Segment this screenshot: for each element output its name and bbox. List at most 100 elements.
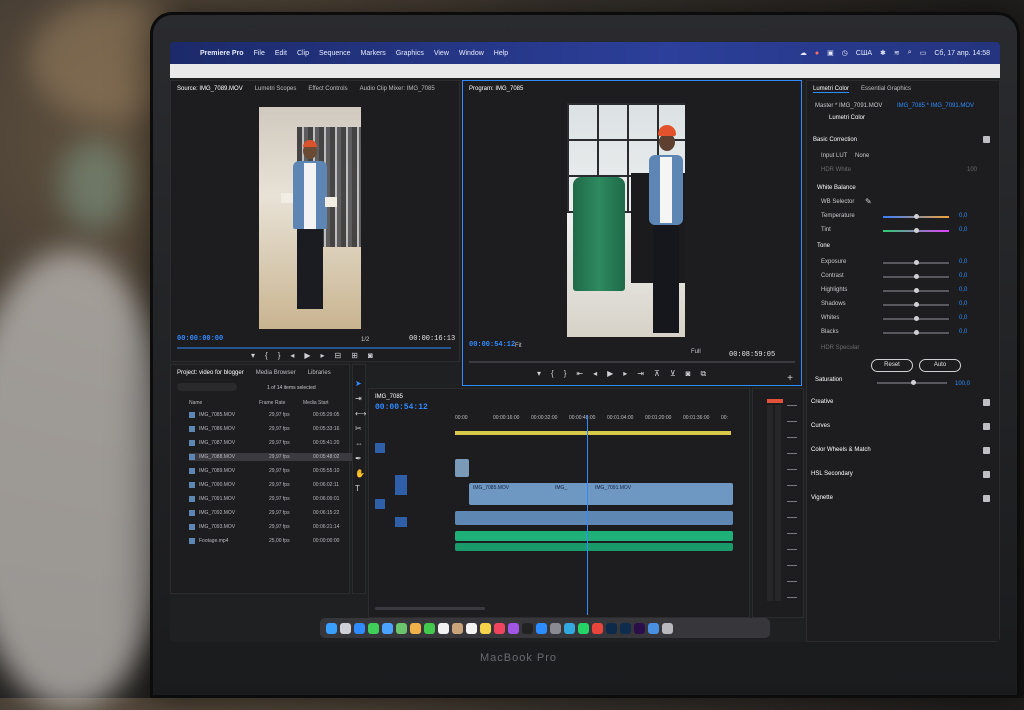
mail-icon[interactable] [382,622,393,634]
exposure-value[interactable]: 0,0 [959,259,967,265]
wifi-icon[interactable]: ≋ [894,49,900,57]
tab-program[interactable]: Program: IMG_7085 [469,86,523,92]
razor-tool-icon[interactable]: ✂ [355,424,366,433]
whites-value[interactable]: 0,0 [959,315,967,321]
tint-slider[interactable] [883,228,949,233]
export-frame-icon[interactable]: ◙ [686,369,691,379]
list-item[interactable]: Footage.mp4 25,00 fps 00:00:00:00 [189,537,353,545]
list-item[interactable]: IMG_7088.MOV 29,97 fps 00:05:48:02 [189,453,353,461]
timeline-scrollbar[interactable] [375,607,485,610]
add-button-icon[interactable]: + [787,373,793,384]
out-point-icon[interactable]: } [564,369,567,379]
type-tool-icon[interactable]: T [355,484,366,493]
tab-source[interactable]: Source: IMG_7089.MOV [177,86,243,92]
chat-icon[interactable]: ▣ [827,49,834,57]
menu-clip[interactable]: Clip [297,50,309,57]
source-timecode[interactable]: 00:00:00:00 [177,335,223,343]
audio-clip-a2[interactable] [455,531,733,541]
saturation-value[interactable]: 100,0 [955,381,970,387]
finder-icon[interactable] [326,622,337,634]
clock-icon[interactable]: ◷ [842,49,848,57]
camera-icon[interactable]: ◙ [368,351,373,360]
vignette-checkbox[interactable] [983,495,990,502]
step-forward-icon[interactable]: ▸ [623,369,627,379]
basic-correction-heading[interactable]: Basic Correction [813,137,857,143]
tab-lumetri-color[interactable]: Lumetri Color [813,86,850,93]
column-frame-rate[interactable]: Frame Rate [259,400,289,406]
insert-icon[interactable]: ⊟ [335,351,342,360]
app-store-icon[interactable] [536,622,547,634]
podcasts-icon[interactable] [508,622,519,634]
list-item[interactable]: IMG_7090.MOV 29,97 fps 00:06:02:11 [189,481,353,489]
control-center-icon[interactable]: ▭ [920,49,927,57]
pen-tool-icon[interactable]: ✒ [355,454,366,463]
menu-window[interactable]: Window [459,50,484,57]
lift-icon[interactable]: ⊼ [654,369,660,379]
auto-button[interactable]: Auto [919,359,961,372]
list-item[interactable]: IMG_7091.MOV 29,97 fps 00:06:09:01 [189,495,353,503]
overwrite-icon[interactable]: ⊞ [351,351,358,360]
list-item[interactable]: IMG_7087.MOV 29,97 fps 00:05:41:20 [189,439,353,447]
tab-essential-graphics[interactable]: Essential Graphics [861,86,911,92]
mark-in-bracket-icon[interactable]: { [265,351,268,360]
tint-value[interactable]: 0,0 [959,227,967,233]
photoshop-icon[interactable] [606,622,617,634]
program-fit[interactable]: Fit [515,343,522,349]
saturation-slider[interactable] [877,380,947,385]
tv-icon[interactable] [522,622,533,634]
vignette-heading[interactable]: Vignette [811,495,833,501]
audio-clip-a1[interactable] [455,511,733,525]
video-track-thumb[interactable] [455,459,469,477]
tab-lumetri-scopes[interactable]: Lumetri Scopes [255,86,297,92]
column-name[interactable]: Name [189,400,245,406]
tab-media-browser[interactable]: Media Browser [256,370,296,376]
blacks-slider[interactable] [883,330,949,335]
tone-heading[interactable]: Tone [817,243,830,249]
tab-libraries[interactable]: Libraries [308,370,331,376]
safari-icon[interactable] [354,622,365,634]
keyboard-layout[interactable]: США [856,50,872,57]
bluetooth-icon[interactable]: ✱ [880,49,886,57]
exposure-slider[interactable] [883,260,949,265]
source-fit[interactable]: 1/2 [361,337,369,343]
hsl-secondary-heading[interactable]: HSL Secondary [811,471,853,477]
highlights-slider[interactable] [883,288,949,293]
whites-slider[interactable] [883,316,949,321]
creative-heading[interactable]: Creative [811,399,833,405]
reset-button[interactable]: Reset [871,359,913,372]
timeline-ruler[interactable]: 00:00 00:00:16:00 00:00:32:00 00:00:48:00 00… [455,415,735,429]
white-balance-heading[interactable]: White Balance [817,185,856,191]
list-item[interactable]: IMG_7085.MOV 29,97 fps 00:05:29:05 [189,411,353,419]
trash-icon[interactable] [662,622,673,634]
audio-clip-a3[interactable] [455,543,733,551]
list-item[interactable]: IMG_7092.MOV 29,97 fps 00:06:15:22 [189,509,353,517]
temperature-value[interactable]: 0,0 [959,213,967,219]
marker-icon[interactable]: ▾ [537,369,541,379]
creative-cloud-icon[interactable]: ☁ [800,49,807,57]
launchpad-icon[interactable] [340,622,351,634]
creative-checkbox[interactable] [983,399,990,406]
contrast-slider[interactable] [883,274,949,279]
list-item[interactable]: IMG_7089.MOV 29,97 fps 00:05:55:10 [189,467,353,475]
timeline-timecode[interactable]: 00:00:54:12 [375,403,428,412]
shadows-value[interactable]: 0,0 [959,301,967,307]
list-item[interactable]: IMG_7086.MOV 29,97 fps 00:05:33:16 [189,425,353,433]
playhead[interactable] [587,415,588,615]
menu-graphics[interactable]: Graphics [396,50,424,57]
source-scrubber[interactable] [177,347,451,349]
program-scrubber[interactable] [469,361,795,363]
hand-tool-icon[interactable]: ✋ [355,469,366,478]
messages-icon[interactable] [368,622,379,634]
mark-out-bracket-icon[interactable]: } [278,351,281,360]
comparison-icon[interactable]: ⧉ [701,369,707,379]
calendar-icon[interactable] [438,622,449,634]
project-search-input[interactable] [177,383,237,391]
column-media-start[interactable]: Media Start [303,400,329,406]
whatsapp-icon[interactable] [578,622,589,634]
tab-audio-clip-mixer[interactable]: Audio Clip Mixer: IMG_7085 [360,86,435,92]
work-area-bar[interactable] [455,431,731,435]
step-back-icon[interactable]: ◂ [593,369,597,379]
go-to-out-icon[interactable]: ⇥ [637,369,644,379]
track-select-icon[interactable]: ⇥ [355,394,366,403]
menu-edit[interactable]: Edit [275,50,287,57]
